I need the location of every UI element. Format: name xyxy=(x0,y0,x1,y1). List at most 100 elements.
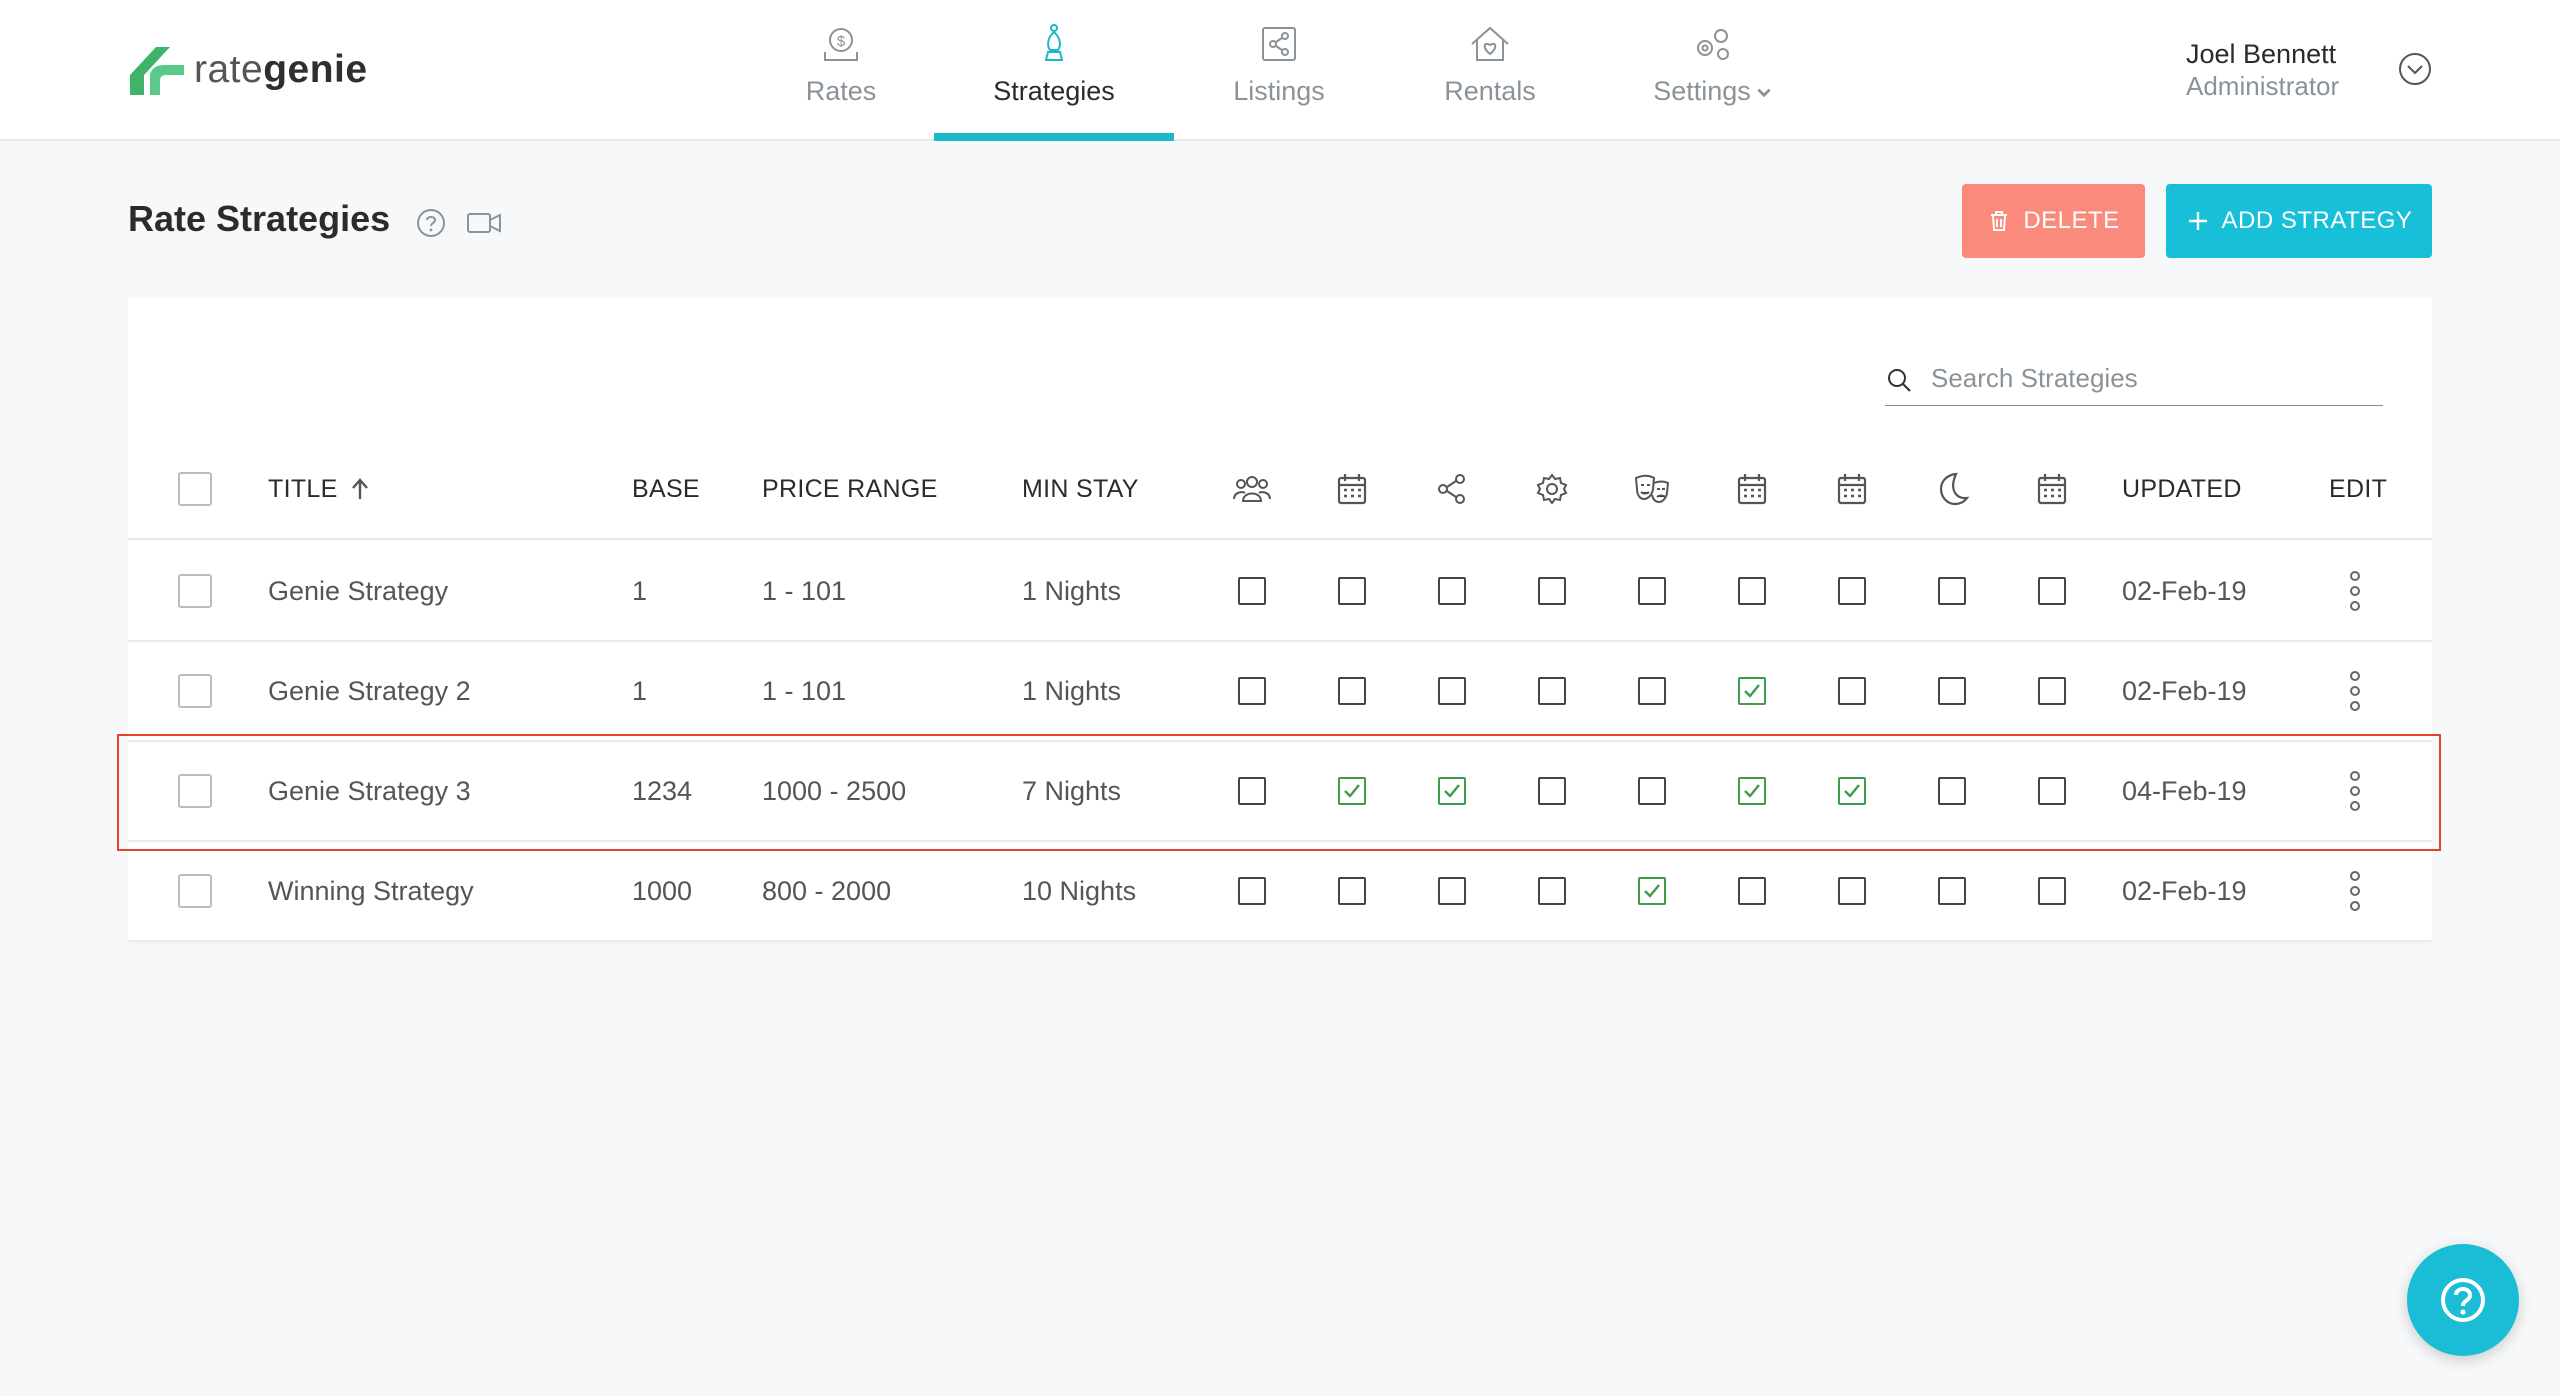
row-price-range: 1 - 101 xyxy=(762,575,847,606)
row-flag-checkbox[interactable] xyxy=(1538,677,1566,705)
row-flag-checkbox[interactable] xyxy=(2038,777,2066,805)
share-icon xyxy=(1438,474,1465,504)
row-flag-checkbox[interactable] xyxy=(1338,677,1366,705)
row-title[interactable]: Genie Strategy 3 xyxy=(268,742,471,840)
house-heart-icon xyxy=(1471,26,1509,61)
nav-settings[interactable]: Settings xyxy=(1643,0,1783,141)
nav-strategies[interactable]: Strategies xyxy=(934,0,1174,141)
kebab-menu-icon[interactable] xyxy=(2348,670,2362,712)
user-menu-chevron-icon[interactable] xyxy=(2398,52,2432,86)
row-flag-checkbox[interactable] xyxy=(1738,677,1766,705)
row-flag-checkbox[interactable] xyxy=(2038,677,2066,705)
money-icon: $ xyxy=(824,28,858,61)
row-flag-checkbox[interactable] xyxy=(1938,777,1966,805)
column-header-edit: EDIT xyxy=(2329,474,2388,503)
row-flag-checkbox[interactable] xyxy=(1238,577,1266,605)
row-updated: 02-Feb-19 xyxy=(2122,575,2247,606)
row-flag-checkbox[interactable] xyxy=(1438,577,1466,605)
nav-rentals[interactable]: Rentals xyxy=(1430,0,1550,141)
row-flag-checkbox[interactable] xyxy=(1338,777,1366,805)
nav-listings[interactable]: Listings xyxy=(1219,0,1339,141)
rategenie-wordmark: rategenie xyxy=(194,48,368,91)
row-flag-checkbox[interactable] xyxy=(1938,877,1966,905)
row-flag-checkbox[interactable] xyxy=(1238,877,1266,905)
checkmark-icon xyxy=(1744,784,1760,798)
row-flag-checkbox[interactable] xyxy=(2038,577,2066,605)
row-title[interactable]: Genie Strategy xyxy=(268,542,448,640)
row-select-checkbox[interactable] xyxy=(178,874,212,908)
row-flag-checkbox[interactable] xyxy=(1438,777,1466,805)
column-header-base[interactable]: BASE xyxy=(632,440,700,538)
trash-icon xyxy=(1991,211,2008,231)
row-min-stay: 1 Nights xyxy=(1022,675,1122,706)
column-header-updated[interactable]: UPDATED xyxy=(2122,440,2242,538)
row-flag-checkbox[interactable] xyxy=(1538,777,1566,805)
checkmark-icon xyxy=(1344,784,1360,798)
kebab-menu-icon[interactable] xyxy=(2348,570,2362,612)
sort-ascending-icon xyxy=(351,478,368,499)
nav-rates[interactable]: $ Rates xyxy=(781,0,901,141)
row-base: 1 xyxy=(632,575,648,606)
user-profile[interactable]: Joel Bennett Administrator xyxy=(2186,38,2339,102)
row-base: 1 xyxy=(632,675,648,706)
row-flag-checkbox[interactable] xyxy=(1738,577,1766,605)
column-header-title[interactable]: TITLE xyxy=(268,440,370,538)
add-strategy-button[interactable]: ADD STRATEGY xyxy=(2166,184,2432,258)
column-header-min-stay[interactable]: MIN STAY xyxy=(1022,440,1139,538)
kebab-menu-icon[interactable] xyxy=(2348,770,2362,812)
svg-text:$: $ xyxy=(837,33,846,50)
checkmark-icon xyxy=(1844,784,1860,798)
row-updated: 04-Feb-19 xyxy=(2122,775,2247,806)
row-flag-checkbox[interactable] xyxy=(2038,877,2066,905)
rategenie-logo[interactable]: rategenie xyxy=(126,38,368,102)
row-flag-checkbox[interactable] xyxy=(1438,677,1466,705)
row-flag-checkbox[interactable] xyxy=(1638,877,1666,905)
row-flag-checkbox[interactable] xyxy=(1238,677,1266,705)
search-strategies[interactable] xyxy=(1885,356,2383,406)
help-icon[interactable] xyxy=(416,208,446,238)
row-updated: 02-Feb-19 xyxy=(2122,675,2247,706)
table-row[interactable]: Winning Strategy 1000 800 - 2000 10 Nights 0… xyxy=(128,842,2432,942)
row-price-range: 800 - 2000 xyxy=(762,875,892,906)
row-price-range: 1 - 101 xyxy=(762,675,847,706)
calendar-icon xyxy=(2037,474,2067,505)
row-flag-checkbox[interactable] xyxy=(1738,877,1766,905)
row-min-stay: 7 Nights xyxy=(1022,775,1122,806)
table-row[interactable]: Genie Strategy 1 1 - 101 1 Nights 02-Feb-19 xyxy=(128,542,2432,642)
delete-button[interactable]: DELETE xyxy=(1962,184,2145,258)
row-flag-checkbox[interactable] xyxy=(1738,777,1766,805)
row-flag-checkbox[interactable] xyxy=(1938,577,1966,605)
row-select-checkbox[interactable] xyxy=(178,774,212,808)
row-title[interactable]: Genie Strategy 2 xyxy=(268,642,471,740)
row-flag-checkbox[interactable] xyxy=(1538,877,1566,905)
row-flag-checkbox[interactable] xyxy=(1638,577,1666,605)
row-select-checkbox[interactable] xyxy=(178,674,212,708)
row-flag-checkbox[interactable] xyxy=(1638,777,1666,805)
row-flag-checkbox[interactable] xyxy=(1838,777,1866,805)
row-title[interactable]: Winning Strategy xyxy=(268,842,474,940)
column-header-price-range[interactable]: PRICE RANGE xyxy=(762,440,938,538)
video-camera-icon[interactable] xyxy=(466,208,502,238)
row-flag-checkbox[interactable] xyxy=(1238,777,1266,805)
row-flag-checkbox[interactable] xyxy=(1338,877,1366,905)
row-flag-checkbox[interactable] xyxy=(1838,877,1866,905)
row-flag-checkbox[interactable] xyxy=(1538,577,1566,605)
row-flag-checkbox[interactable] xyxy=(1638,677,1666,705)
row-select-checkbox[interactable] xyxy=(178,574,212,608)
row-flag-checkbox[interactable] xyxy=(1838,577,1866,605)
row-flag-checkbox[interactable] xyxy=(1338,577,1366,605)
row-flag-checkbox[interactable] xyxy=(1938,677,1966,705)
checkmark-icon xyxy=(1644,884,1660,898)
row-flag-checkbox[interactable] xyxy=(1438,877,1466,905)
help-chat-button[interactable] xyxy=(2407,1244,2519,1356)
row-base: 1234 xyxy=(632,775,693,806)
checkmark-icon xyxy=(1744,684,1760,698)
search-input[interactable] xyxy=(1931,360,2371,396)
select-all-checkbox[interactable] xyxy=(178,472,212,506)
row-flag-checkbox[interactable] xyxy=(1838,677,1866,705)
row-updated: 02-Feb-19 xyxy=(2122,875,2247,906)
question-circle-icon xyxy=(2441,1278,2485,1322)
table-row[interactable]: Genie Strategy 2 1 1 - 101 1 Nights 02-Feb-1… xyxy=(128,642,2432,742)
table-row[interactable]: Genie Strategy 3 1234 1000 - 2500 7 Nights 0… xyxy=(128,742,2432,842)
kebab-menu-icon[interactable] xyxy=(2348,870,2362,912)
